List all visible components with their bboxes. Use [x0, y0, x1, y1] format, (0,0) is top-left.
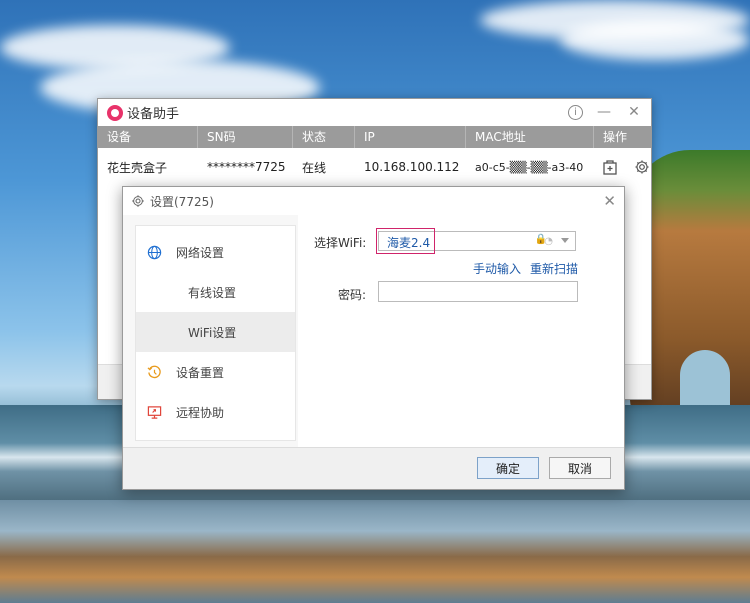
password-input[interactable]	[378, 281, 578, 302]
beach	[0, 500, 750, 603]
cloud	[560, 20, 750, 60]
sidebar-label-reset: 设备重置	[176, 365, 225, 380]
dialog-footer: 确定 取消	[123, 447, 624, 489]
table-header: 设备 SN码 状态 IP MAC地址 操作	[98, 126, 651, 148]
column-header-status: 状态	[293, 126, 355, 148]
column-header-actions: 操作	[603, 130, 628, 144]
sidebar-item-wifi[interactable]: WiFi设置	[136, 312, 295, 352]
cell-status: 在线	[302, 160, 327, 175]
settings-gear-icon[interactable]	[634, 159, 650, 175]
manual-input-link[interactable]: 手动输入	[473, 260, 521, 277]
dialog-close-button[interactable]: ✕	[603, 192, 616, 210]
wifi-signal-icon: ◔	[544, 236, 553, 247]
dialog-titlebar: 设置(7725) ✕	[123, 187, 624, 215]
wifi-select-value: 海麦2.4	[387, 236, 431, 250]
chevron-down-icon	[561, 238, 569, 243]
reset-clock-icon	[146, 364, 162, 380]
minimize-button[interactable]: —	[595, 103, 613, 121]
column-header-device: 设备	[98, 126, 198, 148]
cell-ip: 10.168.100.112	[364, 160, 460, 174]
sidebar-label-network: 网络设置	[176, 245, 225, 260]
sidebar-label-remote: 远程协助	[176, 405, 225, 420]
settings-sidebar: 网络设置 有线设置 WiFi设置 设备重置 远程协助	[135, 225, 296, 441]
select-wifi-label: 选择WiFi:	[314, 236, 367, 250]
settings-dialog: 设置(7725) ✕ 网络设置 有线设置 WiFi设置 设备重置 远程协助 选择…	[122, 186, 625, 490]
wifi-select-dropdown[interactable]: 海麦2.4 🔒 ◔	[376, 228, 576, 254]
dialog-body: 网络设置 有线设置 WiFi设置 设备重置 远程协助 选择WiFi: 海麦2.4…	[123, 215, 624, 447]
rescan-link[interactable]: 重新扫描	[530, 260, 578, 277]
rock-arch	[680, 350, 730, 410]
cell-sn: ********7725	[207, 160, 286, 174]
column-header-sn: SN码	[198, 126, 293, 148]
password-label: 密码:	[338, 288, 367, 302]
cell-mac: a0-c5-▒▒-▒▒-a3-40	[475, 160, 584, 174]
titlebar: 设备助手 i — ✕	[98, 99, 651, 126]
info-icon[interactable]: i	[568, 105, 583, 120]
sidebar-item-network[interactable]: 网络设置	[136, 232, 295, 272]
sidebar-label-wired: 有线设置	[188, 285, 237, 300]
cancel-button[interactable]: 取消	[549, 457, 611, 479]
wifi-settings-panel: 选择WiFi: 海麦2.4 🔒 ◔ 手动输入 重新扫描 密码:	[298, 215, 624, 447]
cell-device: 花生壳盒子	[107, 160, 168, 175]
column-header-ip: IP	[355, 126, 466, 148]
window-title: 设备助手	[127, 107, 180, 122]
column-header-mac: MAC地址	[466, 126, 594, 148]
sidebar-item-reset[interactable]: 设备重置	[136, 352, 295, 392]
sidebar-item-wired[interactable]: 有线设置	[136, 272, 295, 312]
remote-screen-icon	[146, 404, 162, 420]
close-button[interactable]: ✕	[625, 103, 643, 121]
ok-button[interactable]: 确定	[477, 457, 539, 479]
sidebar-label-wifi: WiFi设置	[188, 325, 237, 340]
globe-icon	[146, 244, 162, 260]
sidebar-item-remote[interactable]: 远程协助	[136, 392, 295, 432]
dialog-title: 设置(7725)	[150, 194, 214, 209]
gear-icon	[132, 195, 144, 207]
table-row[interactable]: 花生壳盒子 ********7725 在线 10.168.100.112 a0-…	[98, 148, 651, 186]
app-logo-icon	[107, 104, 123, 121]
add-device-icon[interactable]	[602, 159, 618, 175]
